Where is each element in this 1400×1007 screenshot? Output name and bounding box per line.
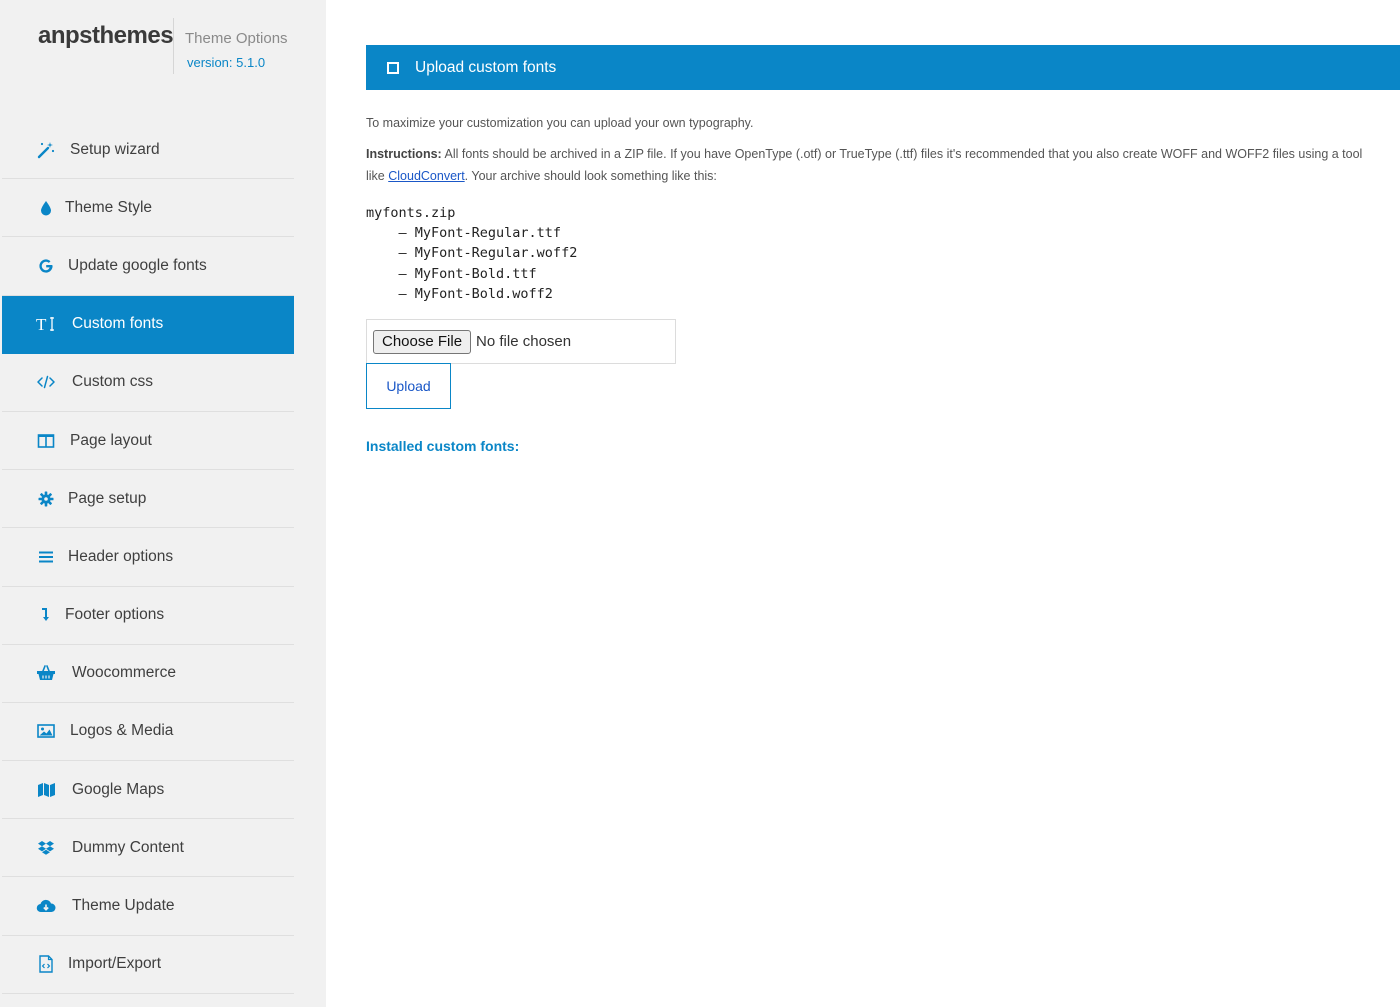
sidebar-item-woocommerce[interactable]: Woocommerce	[2, 645, 294, 703]
sidebar-item-label: Theme Style	[65, 198, 153, 216]
file-input: Choose File No file chosen	[366, 319, 676, 364]
gear-icon	[36, 489, 56, 509]
sidebar-nav: Setup wizard Theme Style Update google f…	[2, 121, 294, 994]
sidebar-item-theme-style[interactable]: Theme Style	[2, 179, 294, 238]
sidebar-item-google-maps[interactable]: Google Maps	[2, 761, 294, 820]
upload-button[interactable]: Upload	[366, 363, 451, 409]
sidebar-item-setup-wizard[interactable]: Setup wizard	[2, 121, 294, 180]
sidebar-item-label: Header options	[68, 547, 174, 565]
sidebar-item-label: Logos & Media	[70, 722, 174, 740]
sidebar-item-label: Page layout	[70, 431, 152, 449]
instructions-prefix: Instructions:	[366, 147, 442, 161]
sidebar-item-footer-options[interactable]: Footer options	[2, 587, 294, 645]
sidebar-item-dummy-content[interactable]: Dummy Content	[2, 819, 294, 878]
svg-text:T: T	[36, 315, 47, 333]
choose-file-button[interactable]: Choose File	[373, 329, 472, 354]
text-height-icon: T	[36, 314, 56, 334]
brand-logo: anpsthemes	[38, 22, 174, 49]
section-title: Upload custom fonts	[415, 58, 557, 76]
sidebar-item-label: Custom fonts	[72, 315, 164, 333]
sidebar-item-label: Theme Update	[72, 897, 175, 915]
archive-example: myfonts.zip – MyFont-Regular.ttf – MyFon…	[366, 203, 577, 304]
map-icon	[36, 780, 56, 800]
sidebar-item-logos-media[interactable]: Logos & Media	[2, 703, 294, 762]
sidebar-item-update-google-fonts[interactable]: Update google fonts	[2, 237, 294, 296]
droplet-icon	[36, 198, 56, 218]
square-icon	[387, 61, 399, 74]
file-code-icon	[36, 954, 56, 974]
sidebar-item-label: Setup wizard	[70, 140, 160, 158]
google-g-icon	[36, 256, 56, 276]
sidebar-item-custom-fonts[interactable]: T Custom fonts	[2, 295, 294, 354]
sidebar-item-label: Update google fonts	[68, 256, 207, 274]
main-content: Upload custom fonts To maximize your cus…	[366, 0, 1400, 1007]
sidebar-item-label: Custom css	[72, 373, 153, 391]
sidebar-item-import-export[interactable]: Import/Export	[2, 936, 294, 994]
code-line: – MyFont-Bold.woff2	[366, 285, 553, 302]
sidebar: anpsthemes Theme Options version: 5.1.0 …	[0, 0, 326, 1007]
dropbox-icon	[36, 838, 56, 858]
sidebar-item-page-setup[interactable]: Page setup	[2, 470, 294, 529]
cloudconvert-link[interactable]: CloudConvert	[388, 169, 464, 183]
brand-divider	[173, 18, 174, 74]
file-status: No file chosen	[476, 333, 572, 350]
sidebar-item-label: Google Maps	[72, 780, 165, 798]
intro-text: To maximize your customization you can u…	[366, 116, 754, 130]
shopping-basket-icon	[36, 663, 56, 683]
instructions-text: Instructions: All fonts should be archiv…	[366, 143, 1376, 187]
code-line: myfonts.zip	[366, 205, 456, 221]
sidebar-item-theme-update[interactable]: Theme Update	[2, 877, 294, 936]
sidebar-item-label: Footer options	[65, 606, 165, 624]
installed-fonts-heading: Installed custom fonts:	[366, 438, 520, 454]
magic-wand-icon	[36, 140, 56, 160]
sidebar-item-custom-css[interactable]: Custom css	[2, 354, 294, 412]
sidebar-item-label: Import/Export	[68, 955, 162, 973]
cloud-download-icon	[36, 896, 56, 916]
sidebar-item-page-layout[interactable]: Page layout	[2, 412, 294, 471]
sidebar-item-label: Page setup	[68, 489, 147, 507]
code-icon	[36, 372, 56, 392]
menu-lines-icon	[36, 547, 56, 567]
code-line: – MyFont-Bold.ttf	[366, 265, 537, 282]
version-label: version: 5.1.0	[187, 55, 266, 70]
code-line: – MyFont-Regular.ttf	[366, 225, 562, 242]
columns-icon	[36, 431, 56, 451]
sidebar-item-label: Dummy Content	[72, 838, 184, 856]
sidebar-item-label: Woocommerce	[72, 664, 176, 682]
brand-subtitle: Theme Options	[185, 30, 288, 47]
sidebar-item-header-options[interactable]: Header options	[2, 528, 294, 587]
instructions-tail: . Your archive should look something lik…	[464, 169, 717, 183]
image-icon	[36, 721, 56, 741]
section-header: Upload custom fonts	[366, 45, 1400, 90]
code-line: – MyFont-Regular.woff2	[366, 245, 578, 262]
arrow-down-turn-icon	[36, 605, 56, 625]
